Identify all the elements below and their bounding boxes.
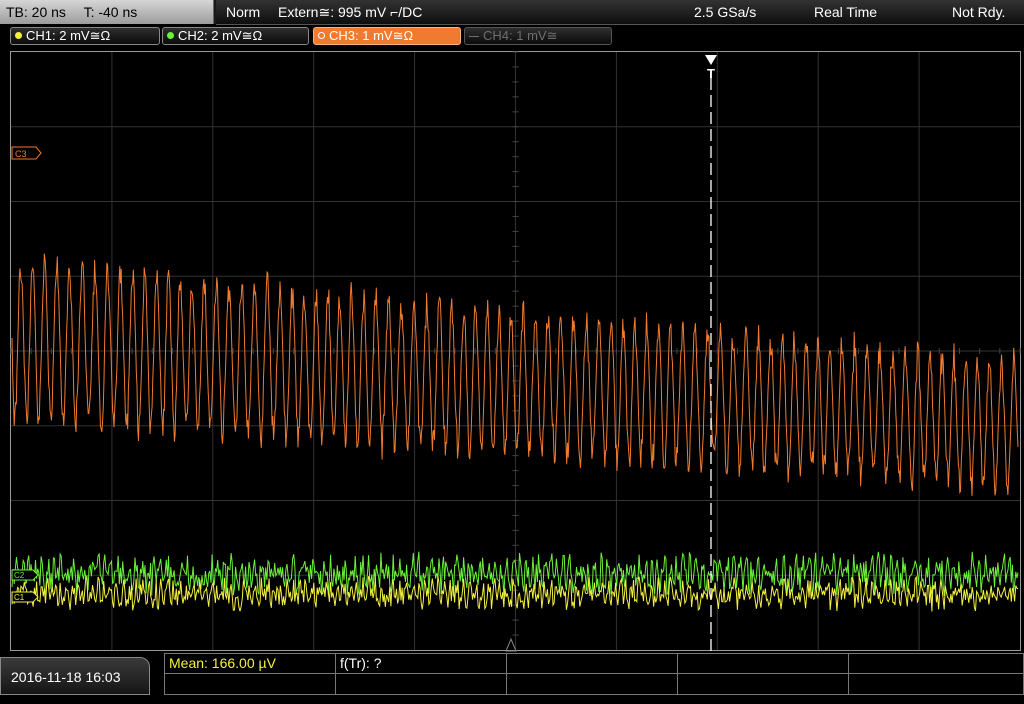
- meas-cell: [848, 653, 1024, 674]
- graticule: [10, 51, 1021, 650]
- meas-cell: [506, 673, 678, 695]
- frequency-measurement: f(Tr): ?: [340, 655, 382, 671]
- trigger-arrow-icon[interactable]: [705, 55, 717, 65]
- meas-cell: [506, 653, 678, 674]
- channel-1-marker-label: C1: [14, 593, 25, 602]
- meas-cell: [677, 673, 849, 695]
- meas-cell: [677, 653, 849, 674]
- channel-2-offset-marker[interactable]: C2: [11, 569, 39, 581]
- trigger-marker: T: [707, 66, 715, 81]
- date-time-label: 2016-11-18 16:03: [11, 669, 121, 685]
- meas-cell: [335, 673, 507, 695]
- channel-3-marker-label: C3: [15, 149, 27, 159]
- mean-measurement: Mean: 166.00 µV: [169, 655, 276, 671]
- channel-2-marker-label: C2: [14, 571, 25, 580]
- channel-3-offset-marker[interactable]: C3: [11, 146, 42, 160]
- waveform-plot: T C3 C2 C1: [10, 51, 1021, 652]
- center-marker-icon: [505, 637, 517, 652]
- channel-1-offset-marker[interactable]: C1: [11, 591, 39, 603]
- date-time: 2016-11-18 16:03: [0, 657, 150, 695]
- bottom-bar: 2016-11-18 16:03 Mean: 166.00 µV f(Tr): …: [0, 653, 1024, 695]
- meas-cell: [848, 673, 1024, 695]
- meas-cell: [164, 673, 336, 695]
- measurement-table[interactable]: Mean: 166.00 µV f(Tr): ?: [164, 653, 1024, 695]
